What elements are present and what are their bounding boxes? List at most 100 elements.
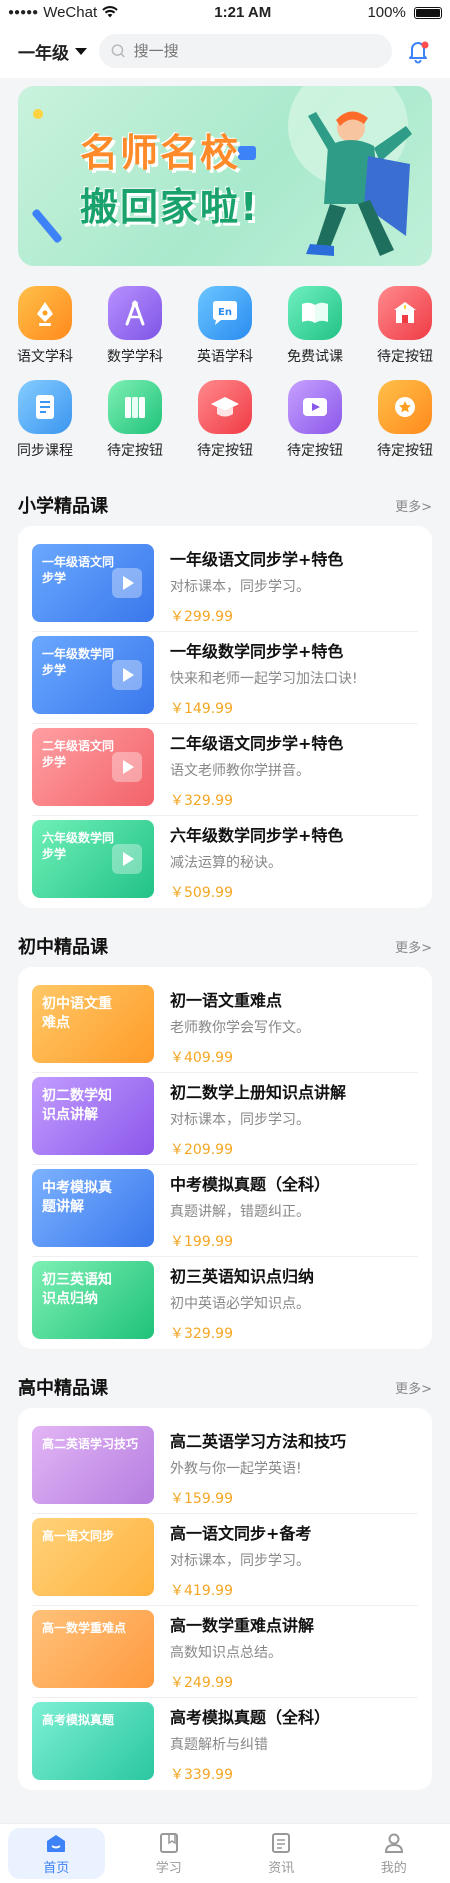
tab-news[interactable]: 资讯 — [225, 1824, 338, 1883]
tab-study[interactable]: 学习 — [113, 1824, 226, 1883]
course-title: 高一语文同步+备考 — [170, 1524, 312, 1543]
course-item[interactable]: 二年级语文同步学 二年级语文同步学+特色 语文老师教你学拼音。 ￥329.99 — [32, 724, 418, 816]
course-title: 一年级数学同步学+特色 — [170, 642, 344, 661]
more-link[interactable]: 更多> — [395, 1378, 432, 1397]
category-free-trial[interactable]: 免费试课 — [270, 286, 360, 366]
thumbnail-text: 初中语文重难点 — [42, 996, 112, 1031]
course-desc: 真题讲解，错题纠正。 — [170, 1204, 310, 1220]
thumbnail-text: 二年级语文同步学 — [42, 739, 115, 769]
category-label: 待定按钮 — [107, 443, 163, 459]
promo-banner[interactable]: 名师名校 搬回家啦! — [18, 86, 432, 266]
section-title: 小学精品课 — [18, 496, 108, 517]
tab-mine[interactable]: 我的 — [338, 1824, 450, 1883]
category-pending-1[interactable]: 待定按钮 — [360, 286, 450, 366]
tab-label: 学习 — [155, 1860, 182, 1876]
battery-level: 100% — [367, 3, 406, 21]
signal-icon: ●●●●● — [8, 6, 39, 18]
course-title: 高考模拟真题（全科） — [170, 1708, 331, 1727]
category-sync-course[interactable]: 同步课程 — [0, 380, 90, 460]
category-label: 待定按钮 — [287, 443, 343, 459]
course-item[interactable]: 一年级数学同步学 一年级数学同步学+特色 快来和老师一起学习加法口诀! ￥149… — [32, 632, 418, 724]
course-price: ￥149.99 — [170, 701, 233, 717]
top-header: 一年级 — [0, 24, 450, 78]
grade-selector[interactable]: 一年级 — [18, 39, 87, 64]
course-price: ￥509.99 — [170, 885, 233, 901]
search-icon — [111, 44, 125, 58]
video-icon — [288, 380, 342, 434]
category-pending-5[interactable]: 待定按钮 — [360, 380, 450, 460]
course-title: 高二英语学习方法和技巧 — [170, 1432, 347, 1451]
play-icon — [112, 660, 142, 690]
thumbnail-text: 高考模拟真题 — [42, 1713, 115, 1727]
notification-button[interactable] — [404, 37, 432, 65]
thumbnail-text: 高一数学重难点 — [42, 1621, 127, 1635]
thumbnail-text: 初二数学知识点讲解 — [42, 1088, 112, 1123]
course-item[interactable]: 高一数学重难点 高一数学重难点讲解 高数知识点总结。 ￥249.99 — [32, 1606, 418, 1698]
banner-line-2: 搬回家啦! — [80, 185, 260, 229]
course-price: ￥299.99 — [170, 609, 233, 625]
section-title: 初中精品课 — [18, 937, 108, 958]
more-link[interactable]: 更多> — [395, 496, 432, 515]
course-thumbnail: 高一语文同步 — [32, 1518, 154, 1596]
play-icon — [112, 568, 142, 598]
course-item[interactable]: 初三英语知识点归纳 初三英语知识点归纳 初中英语必学知识点。 ￥329.99 — [32, 1257, 418, 1349]
category-english[interactable]: En 英语学科 — [180, 286, 270, 366]
course-item[interactable]: 中考模拟真题讲解 中考模拟真题（全科） 真题讲解，错题纠正。 ￥199.99 — [32, 1165, 418, 1257]
course-desc: 减法运算的秘诀。 — [170, 855, 282, 871]
search-input[interactable] — [133, 42, 380, 60]
pen-nib-icon — [18, 286, 72, 340]
course-price: ￥249.99 — [170, 1675, 233, 1691]
category-label: 英语学科 — [197, 349, 253, 365]
bell-icon — [409, 41, 429, 64]
category-label: 待定按钮 — [377, 443, 433, 459]
course-item[interactable]: 高二英语学习技巧 高二英语学习方法和技巧 外教与你一起学英语! ￥159.99 — [32, 1422, 418, 1514]
course-title: 一年级语文同步学+特色 — [170, 550, 344, 569]
home-icon — [47, 1834, 66, 1852]
books-icon — [108, 380, 162, 434]
course-price: ￥199.99 — [170, 1234, 233, 1250]
category-chinese[interactable]: 语文学科 — [0, 286, 90, 366]
course-desc: 快来和老师一起学习加法口诀! — [170, 671, 358, 687]
course-desc: 真题解析与纠错 — [170, 1737, 268, 1753]
course-title: 中考模拟真题（全科） — [170, 1175, 331, 1194]
course-item[interactable]: 一年级语文同步学 一年级语文同步学+特色 对标课本，同步学习。 ￥299.99 — [32, 540, 418, 632]
tab-label: 我的 — [380, 1860, 407, 1876]
thumbnail-text: 中考模拟真题讲解 — [42, 1180, 112, 1215]
course-thumbnail: 初中语文重难点 — [32, 985, 154, 1063]
course-item[interactable]: 高考模拟真题 高考模拟真题（全科） 真题解析与纠错 ￥339.99 — [32, 1698, 418, 1790]
course-thumbnail: 六年级数学同步学 — [32, 820, 154, 898]
category-pending-3[interactable]: 待定按钮 — [180, 380, 270, 460]
course-thumbnail: 一年级语文同步学 — [32, 544, 154, 622]
course-desc: 初中英语必学知识点。 — [170, 1296, 310, 1312]
course-item[interactable]: 初中语文重难点 初一语文重难点 老师教你学会写作文。 ￥409.99 — [32, 981, 418, 1073]
course-item[interactable]: 初二数学知识点讲解 初二数学上册知识点讲解 对标课本，同步学习。 ￥209.99 — [32, 1073, 418, 1165]
course-item[interactable]: 高一语文同步 高一语文同步+备考 对标课本，同步学习。 ￥419.99 — [32, 1514, 418, 1606]
course-price: ￥159.99 — [170, 1491, 233, 1507]
course-desc: 高数知识点总结。 — [170, 1645, 282, 1661]
course-item[interactable]: 六年级数学同步学 六年级数学同步学+特色 减法运算的秘诀。 ￥509.99 — [32, 816, 418, 908]
medal-icon — [378, 380, 432, 434]
open-book-icon — [288, 286, 342, 340]
category-math[interactable]: 数学学科 — [90, 286, 180, 366]
caret-down-icon — [75, 47, 87, 55]
course-desc: 语文老师教你学拼音。 — [170, 763, 310, 779]
category-label: 同步课程 — [17, 443, 73, 459]
tab-home[interactable]: 首页 — [0, 1824, 113, 1883]
banner-line-1: 名师名校 — [80, 131, 241, 175]
category-pending-2[interactable]: 待定按钮 — [90, 380, 180, 460]
course-price: ￥329.99 — [170, 793, 233, 809]
category-pending-4[interactable]: 待定按钮 — [270, 380, 360, 460]
thumbnail-text: 六年级数学同步学 — [42, 831, 115, 861]
category-label: 免费试课 — [287, 349, 343, 365]
search-box[interactable] — [99, 34, 392, 68]
course-thumbnail: 二年级语文同步学 — [32, 728, 154, 806]
course-title: 初一语文重难点 — [170, 991, 283, 1010]
category-grid: 语文学科 数学学科 En 英语学科 免费试课 待定按钮 同步课程 待定按钮 待定… — [0, 286, 450, 460]
course-thumbnail: 初三英语知识点归纳 — [32, 1261, 154, 1339]
course-list-senior: 高二英语学习技巧 高二英语学习方法和技巧 外教与你一起学英语! ￥159.99 … — [18, 1408, 432, 1790]
course-title: 初三英语知识点归纳 — [170, 1267, 315, 1286]
section-title: 高中精品课 — [18, 1378, 108, 1399]
wifi-icon — [102, 6, 118, 18]
course-thumbnail: 一年级数学同步学 — [32, 636, 154, 714]
more-link[interactable]: 更多> — [395, 937, 432, 956]
